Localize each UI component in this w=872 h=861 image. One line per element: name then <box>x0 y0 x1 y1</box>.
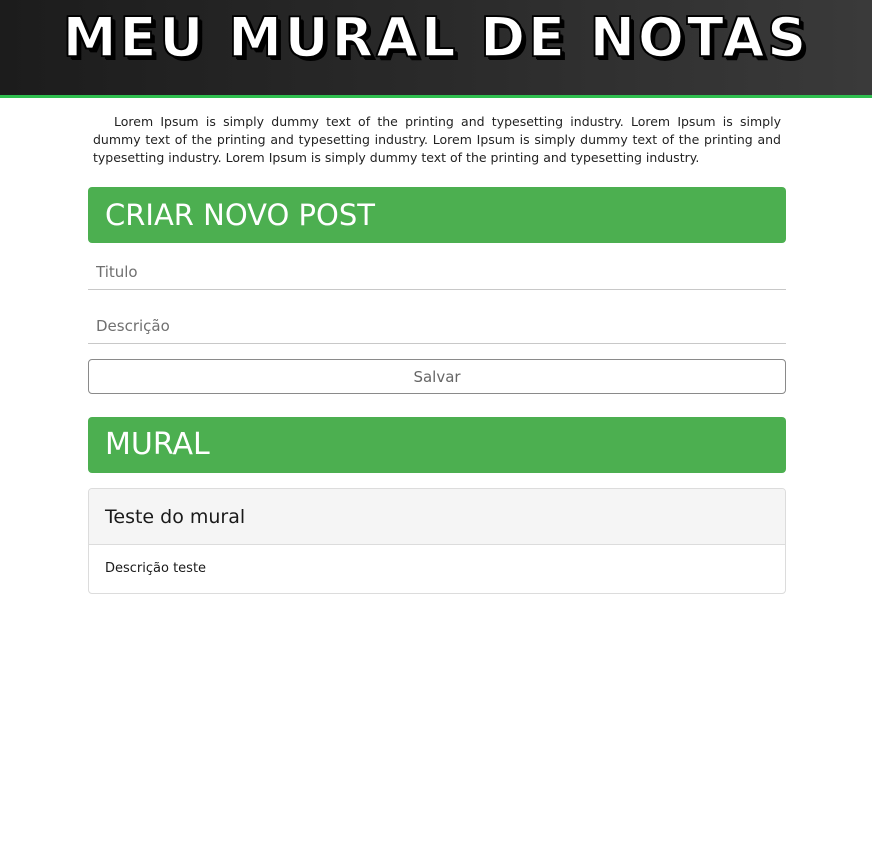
title-input[interactable] <box>88 254 786 290</box>
post-description: Descrição teste <box>105 561 207 576</box>
site-header: Meu Mural de Notas <box>0 0 872 98</box>
save-button[interactable]: Salvar <box>88 359 786 394</box>
create-post-heading: CRIAR NOVO POST <box>88 187 786 243</box>
mural-heading: MURAL <box>88 417 786 473</box>
site-title: Meu Mural de Notas <box>62 5 810 70</box>
post-title: Teste do mural <box>89 489 785 545</box>
post-card: Teste do mural Descrição teste <box>88 488 786 594</box>
description-input[interactable] <box>88 308 786 344</box>
intro-paragraph: Lorem Ipsum is simply dummy text of the … <box>93 114 781 165</box>
